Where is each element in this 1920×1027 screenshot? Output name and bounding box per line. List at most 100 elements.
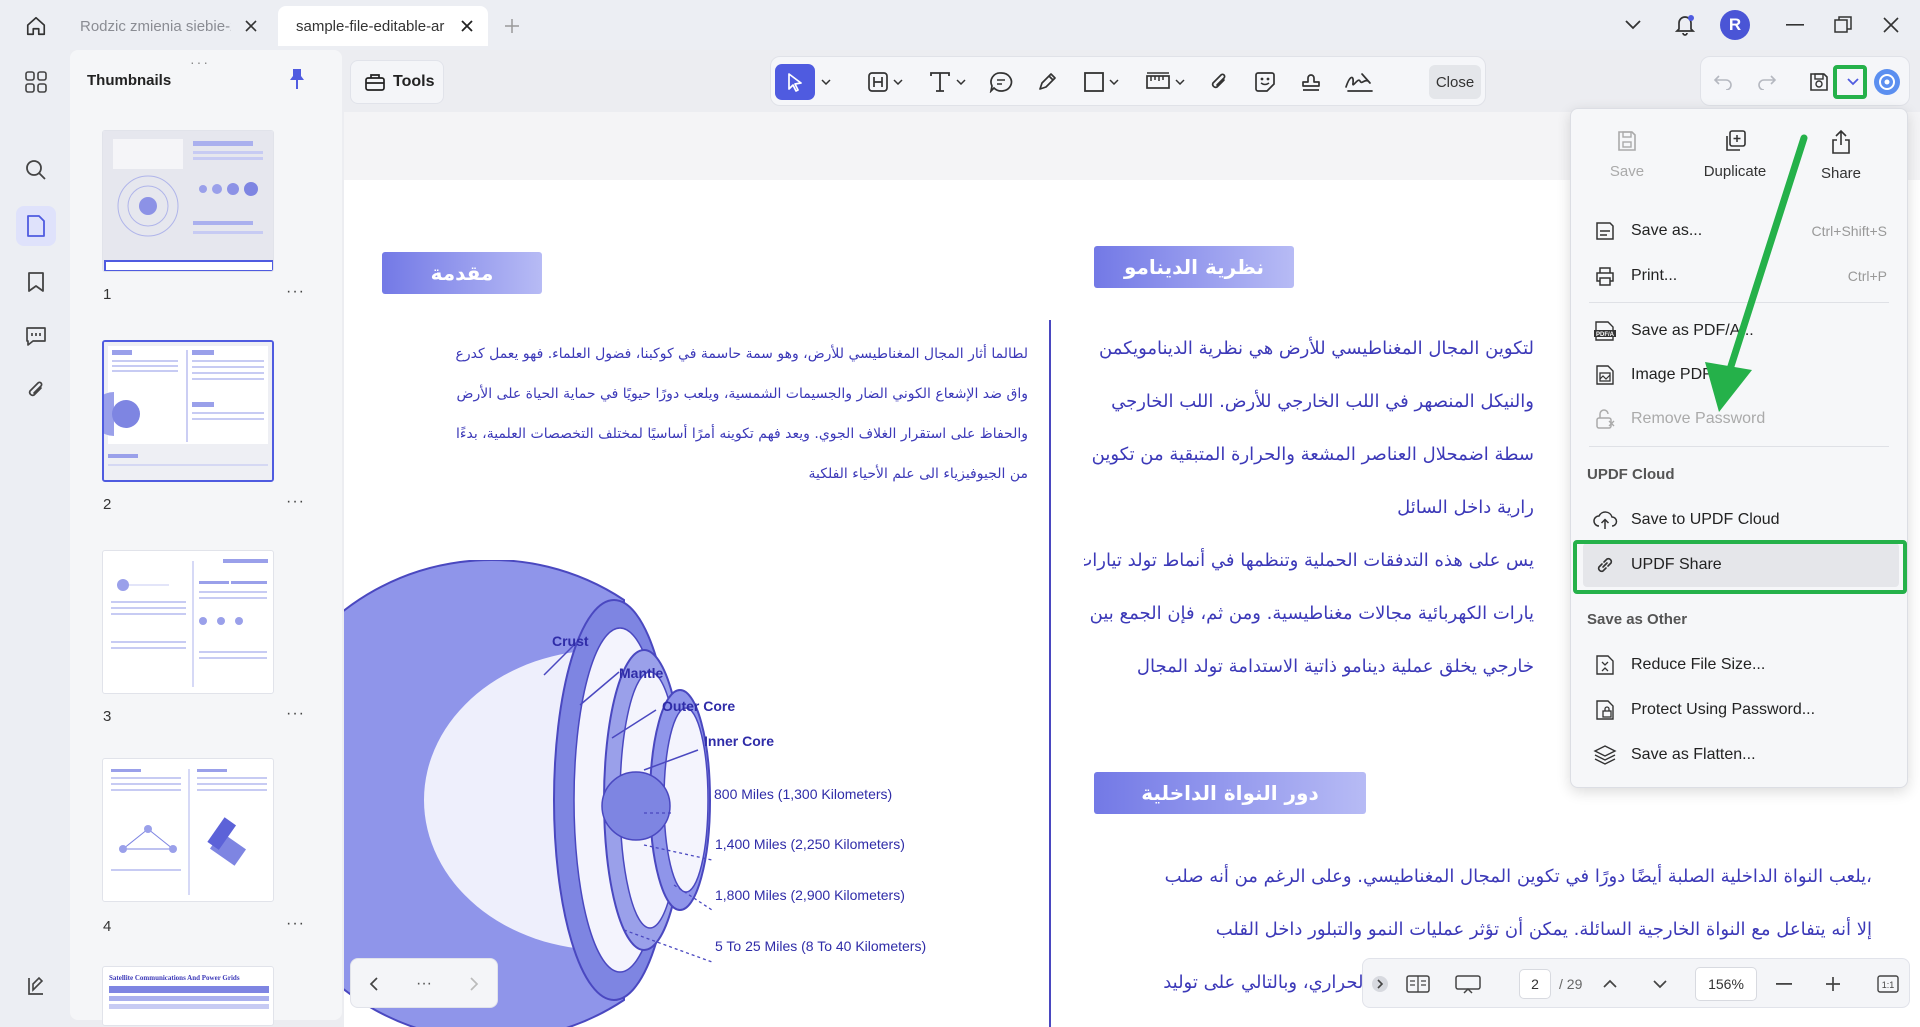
page-nav-left: ···	[350, 958, 498, 1008]
save-disk-icon[interactable]	[1803, 66, 1835, 98]
previous-page-icon[interactable]	[361, 971, 387, 997]
diagram-measure: 800 Miles (1,300 Kilometers)	[714, 786, 893, 802]
bell-icon[interactable]	[1670, 10, 1700, 40]
save-label: Save	[1609, 163, 1645, 180]
current-page-input[interactable]: 2	[1519, 969, 1551, 999]
text-tool-button[interactable]	[919, 64, 975, 100]
close-toolbar-button[interactable]: Close	[1429, 65, 1481, 99]
close-icon[interactable]	[241, 15, 260, 37]
text-line: والحفاظ على استقرار الغلاف الجوي. ويعد ف…	[456, 426, 1028, 442]
bookmark-icon[interactable]	[16, 262, 56, 302]
new-tab-plus-icon[interactable]	[500, 14, 524, 38]
attachment-tool-button[interactable]	[1199, 64, 1239, 100]
earth-layers-diagram	[344, 560, 1044, 1027]
heading-introduction: مقدمة	[382, 252, 542, 294]
updf-share-menu-item[interactable]: UPDF Share	[1583, 543, 1899, 587]
page-layout-icon[interactable]	[1405, 971, 1431, 997]
home-icon[interactable]	[18, 12, 54, 40]
save-options-chevron-button[interactable]	[1837, 66, 1869, 98]
sticker-tool-button[interactable]	[1245, 64, 1285, 100]
text-line: رارية داخل السائل	[1397, 497, 1534, 518]
select-tool-button[interactable]	[775, 64, 815, 100]
thumbnail-more-options[interactable]: ···	[286, 493, 305, 511]
text-line: لتكوين المجال المغناطيسي للأرض هي نظرية …	[1099, 338, 1534, 359]
diagram-label-mantle: Mantle	[619, 665, 664, 681]
protect-password-menu-item[interactable]: Protect Using Password...	[1583, 688, 1899, 732]
diagram-label-outer-core: Outer Core	[662, 698, 736, 714]
save-to-cloud-menu-item[interactable]: Save to UPDF Cloud	[1583, 498, 1899, 542]
close-window-icon[interactable]	[1876, 10, 1906, 40]
heading-inner-core-role: دور النواة الداخلية	[1094, 772, 1366, 814]
stamp-tool-button[interactable]	[1291, 64, 1331, 100]
attachment-icon[interactable]	[16, 370, 56, 410]
diagram-label-crust: Crust	[552, 633, 589, 649]
page-down-icon[interactable]	[1647, 971, 1673, 997]
comment-icon[interactable]	[16, 316, 56, 356]
more-nav-button[interactable]: ···	[411, 971, 437, 997]
page-thumbnail-2[interactable]	[102, 340, 274, 482]
next-page-icon[interactable]	[461, 971, 487, 997]
page-thumbnail-3[interactable]	[102, 550, 274, 694]
comment-tool-button[interactable]	[981, 64, 1021, 100]
resize-grip[interactable]: ···	[190, 54, 210, 70]
zoom-out-icon[interactable]	[1771, 971, 1797, 997]
shortcut-label: Ctrl+P	[1847, 268, 1887, 284]
measure-tool-button[interactable]	[1137, 64, 1193, 100]
tab-sample-file[interactable]: sample-file-editable-ar	[278, 6, 488, 46]
total-pages: / 29	[1559, 976, 1583, 992]
search-icon[interactable]	[16, 150, 56, 190]
tools-button[interactable]: Tools	[350, 60, 444, 104]
restore-icon[interactable]	[1828, 10, 1858, 40]
text-line: والنيكل المنصهر في اللب الخارجي للأرض. ا…	[1111, 391, 1534, 412]
signature-tool-button[interactable]	[1337, 64, 1381, 100]
collapse-nav-icon[interactable]	[1367, 971, 1393, 997]
image-pdf-icon	[1585, 364, 1625, 386]
menu-item-label: Reduce File Size...	[1631, 656, 1766, 673]
share-icon	[1830, 129, 1852, 155]
left-rail	[0, 50, 70, 1027]
page-thumbnail-4[interactable]	[102, 758, 274, 902]
redo-icon[interactable]	[1751, 66, 1783, 98]
section-header-cloud: UPDF Cloud	[1587, 466, 1675, 483]
undo-icon[interactable]	[1707, 66, 1739, 98]
pencil-tool-button[interactable]	[1027, 64, 1067, 100]
page-thumbnails-icon[interactable]	[16, 206, 56, 246]
shield-lock-icon	[1585, 699, 1625, 721]
thumbnail-more-options[interactable]: ···	[286, 915, 305, 933]
reduce-file-size-menu-item[interactable]: Reduce File Size...	[1583, 643, 1899, 687]
page-thumbnail-1[interactable]	[102, 130, 274, 272]
avatar-letter: R	[1720, 10, 1750, 40]
avatar[interactable]: R	[1720, 10, 1750, 40]
presentation-icon[interactable]	[1455, 971, 1481, 997]
zoom-level-select[interactable]: 156%	[1695, 967, 1757, 1001]
page-nav-right: 2 / 29 156% 1:1	[1362, 958, 1910, 1008]
shape-tool-button[interactable]	[1073, 64, 1129, 100]
zoom-in-icon[interactable]	[1820, 971, 1846, 997]
thumbnails-title: Thumbnails	[87, 72, 172, 89]
text-line: إلا أنه يتفاعل مع النواة الخارجية السائل…	[1215, 919, 1872, 940]
highlight-tool-button[interactable]	[857, 64, 913, 100]
thumbnail-page-number: 4	[103, 918, 112, 935]
chevron-down-icon[interactable]	[817, 64, 835, 100]
thumbnail-more-options[interactable]: ···	[286, 283, 305, 301]
layers-icon[interactable]	[16, 966, 56, 1006]
page-up-icon[interactable]	[1597, 971, 1623, 997]
minimize-icon[interactable]	[1780, 10, 1810, 40]
fit-actual-size-icon[interactable]: 1:1	[1875, 971, 1901, 997]
page-thumbnail-5[interactable]: Satellite Communications And Power Grids	[102, 966, 274, 1026]
save-icon	[1616, 129, 1638, 153]
save-button[interactable]: Save	[1577, 129, 1677, 199]
heading-dynamo-theory: نظرية الدينامو	[1094, 246, 1294, 288]
title-bar: Rodzic zmienia siebie-2 sample-file-edit…	[0, 0, 1920, 50]
save-as-flatten-menu-item[interactable]: Save as Flatten...	[1583, 733, 1899, 777]
apps-grid-icon[interactable]	[16, 62, 56, 102]
close-icon[interactable]	[457, 15, 476, 37]
ai-assistant-icon[interactable]	[1871, 66, 1903, 98]
thumbnail-more-options[interactable]: ···	[286, 705, 305, 723]
tab-rodzic[interactable]: Rodzic zmienia siebie-2	[62, 6, 272, 46]
thumbnail-page-number: 1	[103, 286, 112, 303]
save-as-icon	[1585, 220, 1625, 242]
diagram-measure: 1,400 Miles (2,250 Kilometers)	[715, 836, 905, 852]
pin-icon[interactable]	[288, 68, 306, 90]
chevron-down-icon[interactable]	[1618, 10, 1648, 40]
